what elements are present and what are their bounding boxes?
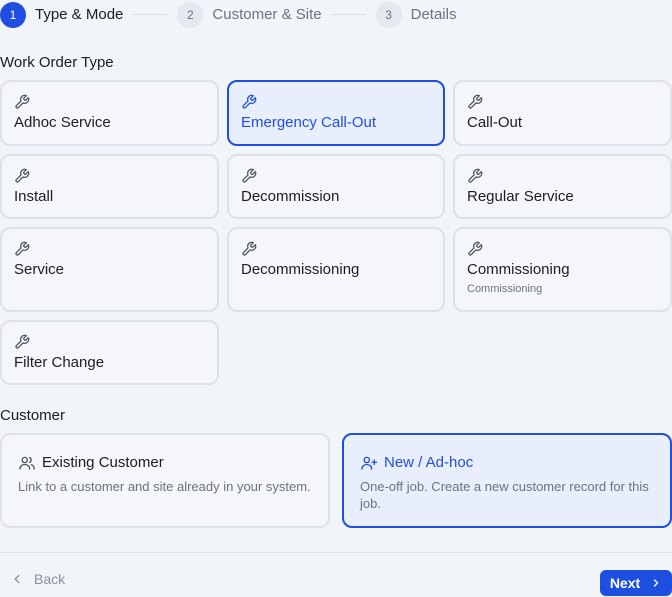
footer-divider [0, 552, 672, 553]
step-number: 1 [0, 1, 26, 28]
work-order-type-card[interactable]: Filter Change [0, 320, 219, 385]
step-customer-site[interactable]: 2 Customer & Site [177, 1, 322, 28]
next-label: Next [609, 575, 641, 591]
card-title: Adhoc Service [14, 114, 111, 131]
back-button[interactable]: Back [10, 571, 65, 587]
work-order-type-heading: Work Order Type [0, 54, 114, 71]
wrench-icon [467, 168, 483, 184]
description-line: job. [360, 496, 381, 511]
card-subtitle: Commissioning [467, 283, 543, 295]
next-button[interactable]: Next [600, 570, 672, 596]
option-description: Link to a customer and site already in y… [18, 479, 311, 494]
step-label: Customer & Site [212, 6, 322, 23]
stepper: 1 Type & Mode 2 Customer & Site 3 Detail… [0, 0, 672, 29]
option-title: New / Ad-hoc [384, 454, 474, 471]
wrench-icon [14, 168, 30, 184]
card-title: Install [14, 188, 54, 205]
work-order-type-card[interactable]: Decommission [227, 154, 445, 219]
card-title: Service [14, 261, 65, 278]
wrench-icon [241, 94, 257, 110]
customer-heading: Customer [0, 407, 66, 424]
description-line: One-off job. Create a new customer recor… [360, 479, 649, 494]
users-icon [18, 454, 36, 472]
user-plus-icon [360, 454, 378, 472]
option-description: One-off job. Create a new customer recor… [360, 478, 649, 512]
work-order-type-card[interactable]: Adhoc Service [0, 80, 219, 146]
work-order-type-card[interactable]: Commissioning Commissioning [453, 227, 672, 312]
card-title: Filter Change [14, 354, 105, 371]
card-title: Call-Out [467, 114, 523, 131]
step-number: 2 [177, 1, 204, 28]
card-title: Decommissioning [241, 261, 360, 278]
work-order-type-card[interactable]: Install [0, 154, 219, 219]
step-label: Type & Mode [35, 6, 124, 23]
card-title: Decommission [241, 188, 340, 205]
wrench-icon [14, 334, 30, 350]
card-title: Commissioning [467, 261, 570, 278]
new-adhoc-customer-card[interactable]: New / Ad-hoc One-off job. Create a new c… [342, 433, 672, 528]
card-title: Regular Service [467, 188, 574, 205]
work-order-type-card[interactable]: Emergency Call-Out [227, 80, 445, 146]
wrench-icon [467, 241, 483, 257]
step-label: Details [410, 6, 457, 23]
work-order-type-card[interactable]: Decommissioning [227, 227, 445, 312]
work-order-type-card[interactable]: Call-Out [453, 80, 672, 146]
wrench-icon [14, 94, 30, 110]
wrench-icon [241, 168, 257, 184]
step-number: 3 [375, 1, 402, 28]
wrench-icon [467, 94, 483, 110]
back-label: Back [34, 571, 66, 587]
step-type-mode[interactable]: 1 Type & Mode [0, 1, 124, 28]
wrench-icon [241, 241, 257, 257]
option-title: Existing Customer [42, 454, 164, 471]
step-connector [133, 14, 168, 15]
chevron-left-icon [14, 574, 20, 584]
existing-customer-card[interactable]: Existing Customer Link to a customer and… [0, 433, 330, 528]
card-title: Emergency Call-Out [241, 114, 377, 131]
chevron-right-icon [654, 579, 659, 587]
step-connector [331, 14, 366, 15]
work-order-type-card[interactable]: Regular Service [453, 154, 672, 219]
wrench-icon [14, 241, 30, 257]
step-details[interactable]: 3 Details [375, 1, 457, 28]
work-order-type-card[interactable]: Service [0, 227, 219, 312]
